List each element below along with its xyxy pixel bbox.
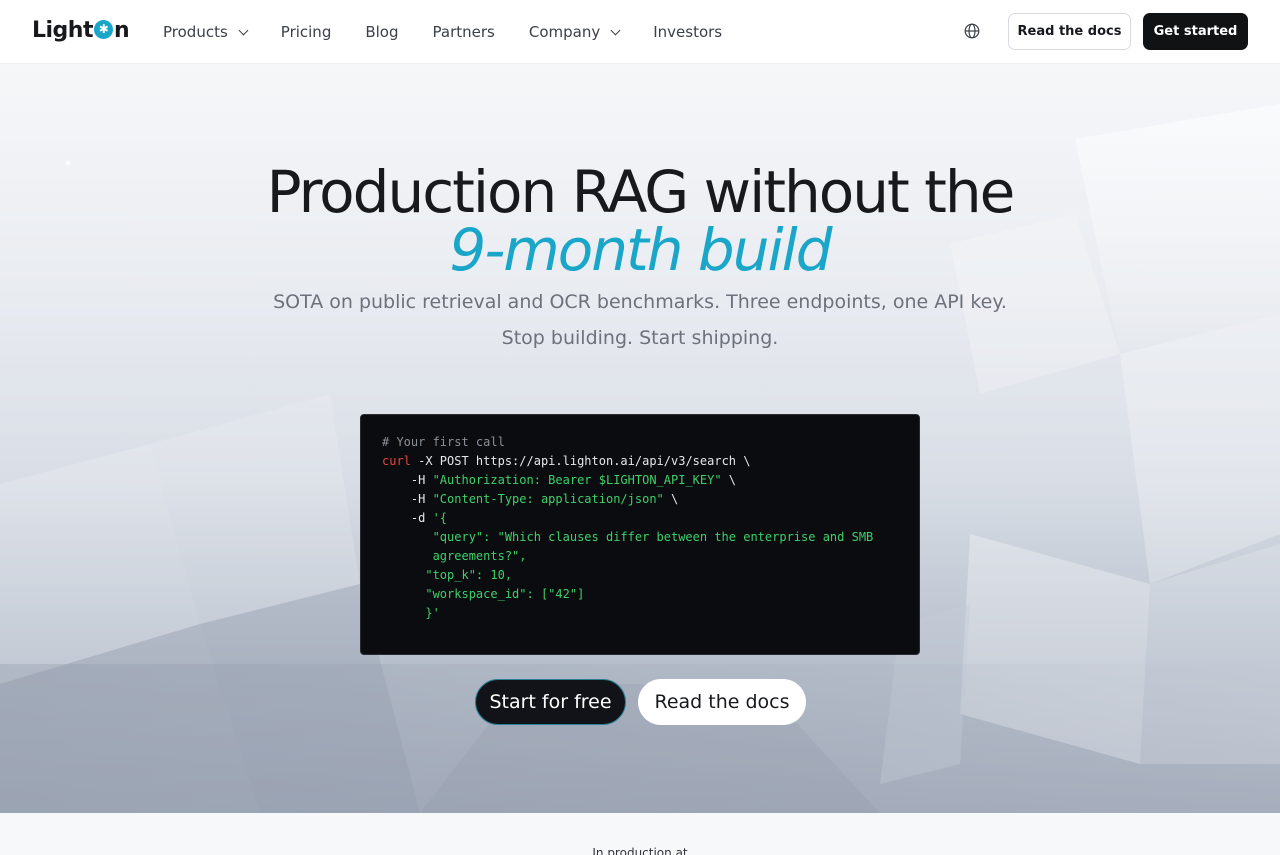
chevron-down-icon — [610, 25, 621, 35]
code-text: -X POST https://api.lighton.ai/api/v3/se… — [410, 454, 751, 468]
code-string: }' — [382, 606, 440, 620]
logo-text-start: Light — [32, 17, 94, 43]
nav-item-blog[interactable]: Blog — [365, 23, 398, 41]
code-text: \ — [721, 473, 737, 487]
code-line-close: }' — [382, 604, 898, 623]
hero-subtitle-line-2: Stop building. Start shipping. — [501, 327, 779, 349]
code-line-topk: "top_k": 10, — [382, 566, 898, 585]
nav-item-label: Blog — [365, 23, 399, 41]
code-line-query-cont: agreements?", — [382, 547, 898, 566]
code-line-data: -d '{ — [382, 509, 898, 528]
code-line-comment: # Your first call — [382, 433, 898, 452]
code-line-workspace: "workspace_id": ["42"] — [382, 585, 898, 604]
get-started-button[interactable]: Get started — [1143, 13, 1248, 50]
trust-label: In production at — [592, 846, 688, 855]
code-string: "Authorization: Bearer $LIGHTON_API_KEY" — [432, 473, 722, 487]
nav-item-partners[interactable]: Partners — [433, 23, 495, 41]
nav-item-label: Products — [163, 23, 228, 41]
code-text: -d — [382, 511, 433, 525]
nav-item-label: Company — [528, 23, 601, 41]
top-navigation: Lightn Products Pricing Blog Partners Co… — [0, 0, 1280, 64]
code-string: agreements?", — [382, 549, 527, 563]
code-keyword: curl — [382, 454, 411, 468]
globe-icon[interactable] — [964, 23, 980, 39]
code-line-curl: curl -X POST https://api.lighton.ai/api/… — [382, 452, 898, 471]
chevron-down-icon — [238, 25, 249, 35]
code-string: "top_k": 10, — [382, 568, 513, 582]
code-text: -H — [382, 492, 433, 506]
nav-item-company[interactable]: Company — [528, 23, 621, 41]
code-string: "Content-Type: application/json" — [432, 492, 664, 506]
code-line-header-auth: -H "Authorization: Bearer $LIGHTON_API_K… — [382, 471, 898, 490]
nav-links: Products Pricing Blog Partners Company I… — [163, 0, 756, 64]
start-for-free-button[interactable]: Start for free — [475, 679, 626, 725]
hero-section: Production RAG without the 9-month build… — [0, 64, 1280, 813]
code-snippet: # Your first call curl -X POST https://ap… — [360, 414, 920, 655]
code-line-query: "query": "Which clauses differ between t… — [382, 528, 898, 547]
code-string: "workspace_id": ["42"] — [382, 587, 585, 601]
read-docs-cta-button[interactable]: Read the docs — [638, 679, 806, 725]
hero-title-accent: 9-month build — [449, 216, 832, 284]
nav-item-products[interactable]: Products — [163, 23, 249, 41]
code-line-header-content-type: -H "Content-Type: application/json" \ — [382, 490, 898, 509]
code-text: \ — [663, 492, 679, 506]
hero-subtitle: SOTA on public retrieval and OCR benchma… — [0, 284, 1280, 356]
nav-item-label: Pricing — [280, 23, 332, 41]
code-string: '{ — [432, 511, 448, 525]
nav-item-label: Partners — [432, 23, 495, 41]
logo-star-icon — [94, 19, 113, 39]
code-text: -H — [382, 473, 433, 487]
hero-subtitle-line-1: SOTA on public retrieval and OCR benchma… — [273, 291, 1007, 313]
nav-item-pricing[interactable]: Pricing — [281, 23, 332, 41]
trust-section: In production at — [0, 813, 1280, 855]
code-string: "query": "Which clauses differ between t… — [382, 530, 874, 544]
lighton-logo[interactable]: Lightn — [32, 16, 130, 44]
code-comment: # Your first call — [382, 435, 505, 449]
logo-text-end: n — [114, 17, 130, 43]
nav-item-label: Investors — [653, 23, 723, 41]
hero-title: Production RAG without the — [266, 158, 1016, 226]
read-docs-button[interactable]: Read the docs — [1008, 13, 1131, 50]
nav-item-investors[interactable]: Investors — [653, 23, 722, 41]
